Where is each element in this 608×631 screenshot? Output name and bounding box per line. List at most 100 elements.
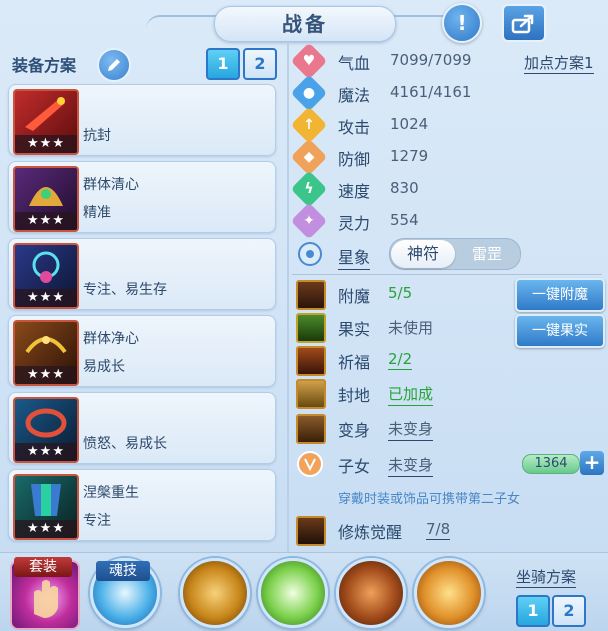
awaken-icon [296,516,326,546]
equipment-plan-1-button[interactable]: 1 [206,48,240,80]
add-child-button[interactable]: + [580,451,604,475]
fruit-icon [296,313,326,343]
equipment-card[interactable]: ★★★ 抗封 [8,84,276,156]
fruit-all-button[interactable]: 一键果实 [515,314,605,348]
awaken-row: 修炼觉醒 7/8 [296,516,606,546]
exclamation-icon: ! [457,11,467,35]
stat-spirit: ✦ 灵力 554 [290,202,596,240]
equipment-card[interactable]: ★★★ 专注、易生存 [8,238,276,310]
sword-icon: ↑ [290,106,328,144]
stat-value: 1024 [390,115,429,133]
armor-icon: ★★★ [13,474,79,540]
stat-attack: ↑ 攻击 1024 [290,106,596,144]
equipment-card[interactable]: ★★★ 涅槃重生 专注 [8,469,276,541]
stat-mp: ● 魔法 4161/4161 [290,74,596,112]
row-label: 封地 [338,386,371,405]
toggle-option-off[interactable]: 雷罡 [456,240,518,268]
stat-speed: ϟ 速度 830 [290,170,596,208]
star-sign-label[interactable]: 星象 [338,244,371,270]
share-button[interactable] [502,4,546,42]
card-line2: 愤怒、易成长 [83,436,167,452]
star-rating: ★★★ [15,520,77,538]
card-line2: 易成长 [83,359,125,375]
edit-plan-button[interactable] [97,48,131,82]
row-label: 祈福 [338,353,371,372]
ring-icon: ★★★ [13,397,79,463]
row-value[interactable]: 2/2 [388,350,413,370]
row-label: 果实 [338,320,371,339]
stat-defense: ◆ 防御 1279 [290,138,596,176]
header-ornament-left [146,15,216,31]
stat-value: 554 [390,211,419,229]
equipment-panel: 装备方案 1 2 ★★★ 抗封 ★★★ 群体清心 精准 ★★★ 专注、易生存 ★… [0,44,282,550]
scroll-icon [296,379,326,409]
equipment-plan-title: 装备方案 [12,56,77,75]
stat-label: 速度 [338,182,371,201]
skill-slot-3[interactable] [336,558,406,628]
compass-icon [298,242,322,266]
row-label: 修炼觉醒 [338,523,403,542]
child-icon [297,451,323,477]
blessing-row: 祈福 2/2 [296,346,606,376]
row-value[interactable]: 已加成 [388,383,434,406]
stat-value: 4161/4161 [390,83,472,101]
row-label: 变身 [338,421,371,440]
row-value: 5/5 [388,284,413,302]
row-value[interactable]: 未变身 [388,454,434,477]
stat-label: 灵力 [338,214,371,233]
mana-icon: ● [290,74,328,112]
star-rating: ★★★ [15,212,77,230]
stat-value: 1279 [390,147,429,165]
stat-label: 防御 [338,150,371,169]
star-sign-toggle[interactable]: 神符 雷罡 [389,238,521,270]
row-label: 附魔 [338,287,371,306]
lightning-icon: ϟ [290,170,328,208]
equipment-card[interactable]: ★★★ 群体净心 易成长 [8,315,276,387]
row-value: 未使用 [388,319,434,337]
section-divider [292,274,602,275]
card-line2: 专注、易生存 [83,282,167,298]
plus-icon: + [583,450,601,474]
helmet-icon: ★★★ [13,166,79,232]
blessing-icon [296,346,326,376]
suit-label: 套装 [14,557,72,577]
toggle-option-on[interactable]: 神符 [391,240,455,268]
stat-label: 气血 [338,54,371,73]
row-value[interactable]: 未变身 [388,418,434,441]
enchant-icon [296,280,326,310]
card-line1: 涅槃重生 [83,485,139,501]
skill-slot-4[interactable] [414,558,484,628]
stat-label: 攻击 [338,118,371,137]
star-rating: ★★★ [15,289,77,307]
page-title: 战备 [214,6,396,42]
star-rating: ★★★ [15,443,77,461]
skill-slot-2[interactable] [258,558,328,628]
bottom-bar: 套装 魂技 坐骑方案 1 2 [0,552,608,631]
equipment-plan-2-button[interactable]: 2 [243,48,277,80]
fief-row: 封地 已加成 [296,379,606,409]
mount-plan-title: 坐骑方案 [516,568,577,588]
belt-icon: ★★★ [13,320,79,386]
row-value[interactable]: 7/8 [426,520,451,540]
card-line2: 专注 [83,513,111,529]
equipment-card[interactable]: ★★★ 愤怒、易成长 [8,392,276,464]
share-icon [511,14,534,34]
child-count-badge: 1364 [522,454,580,474]
info-button[interactable]: ! [442,3,482,43]
row-label: 子女 [338,457,371,476]
battle-prep-screen: 战备 ! 装备方案 1 2 ★★★ 抗封 ★★★ 群体清心 精准 ★★★ 专注、… [0,0,608,631]
skill-slot-1[interactable] [180,558,250,628]
mount-plan-2-button[interactable]: 2 [552,595,586,627]
transform-row: 变身 未变身 [296,414,606,444]
necklace-icon: ★★★ [13,243,79,309]
equipment-card[interactable]: ★★★ 群体清心 精准 [8,161,276,233]
enchant-all-button[interactable]: 一键附魔 [515,278,605,312]
mount-plan-1-button[interactable]: 1 [516,595,550,627]
stat-hp: ♥ 气血 7099/7099 [290,42,596,80]
card-line2: 精准 [83,205,111,221]
star-rating: ★★★ [15,135,77,153]
stat-value: 7099/7099 [390,51,472,69]
card-line2: 抗封 [83,128,111,144]
soul-skill-label: 魂技 [96,561,150,581]
pencil-icon [108,59,120,71]
